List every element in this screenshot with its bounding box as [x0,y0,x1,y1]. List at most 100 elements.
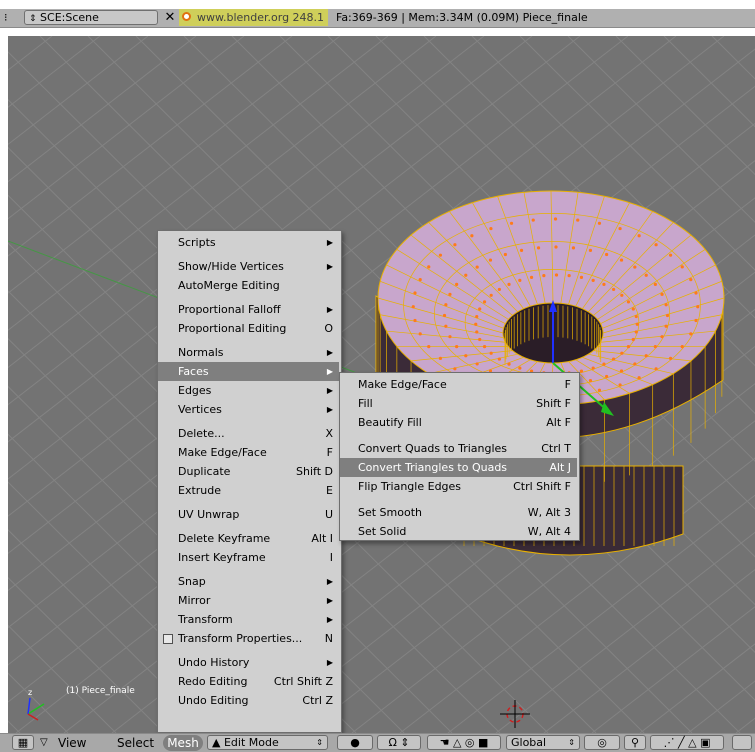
menu-item-label: Transform Properties... [178,629,302,648]
scene-selector[interactable]: ⇕ SCE:Scene [24,10,158,25]
updown-icon: ⇕ [29,14,37,24]
mesh-menu-item-edges[interactable]: Edges ▶ [158,381,339,400]
delete-scene-button[interactable]: ✕ [162,10,178,25]
menu-item-label: Make Edge/Face [358,375,447,394]
collapse-menu-icon[interactable]: ▽ [40,735,48,751]
menu-item-shortcut: Shift D [296,462,333,481]
3d-cursor-icon[interactable] [500,700,530,728]
mesh-menu-item-transform[interactable]: Transform ▶ [158,610,339,629]
menu-item-shortcut: X [325,424,333,443]
checkbox-icon[interactable] [163,634,173,644]
orientation-selector[interactable]: Global ⇕ [506,735,580,750]
proportional-selector[interactable]: ◎ [584,735,620,750]
mesh-menu-item-transform-properties[interactable]: Transform Properties...N [158,629,339,648]
menu-item-label: Scripts [178,233,216,252]
faces-menu-item-set-smooth[interactable]: Set SmoothW, Alt 3 [340,503,577,522]
mesh-menu-item-duplicate[interactable]: DuplicateShift D [158,462,339,481]
faces-menu-item-beautify-fill[interactable]: Beautify FillAlt F [340,413,577,432]
menu-item-label: Insert Keyframe [178,548,266,567]
mesh-menu-item-faces[interactable]: Faces ▶ [158,362,339,381]
submenu-arrow-icon: ▶ [327,257,333,276]
mesh-menu-item-delete-keyframe[interactable]: Delete KeyframeAlt I [158,529,339,548]
select-mode-icon: ⋰ ╱ △ ▣ [664,736,711,749]
menu-item-shortcut: Alt J [549,458,571,477]
menu-item-label: Beautify Fill [358,413,422,432]
menu-item-label: Snap [178,572,206,591]
mesh-menu-item-proportional-editing[interactable]: Proportional EditingO [158,319,339,338]
mesh-menu-item-mirror[interactable]: Mirror▶ [158,591,339,610]
mesh-menu-button[interactable]: Mesh [163,735,203,751]
mesh-menu-item-undo-history[interactable]: Undo History▶ [158,653,339,672]
menu-item-shortcut: Ctrl Z [302,691,333,710]
faces-menu-item-convert-triangles-to-quads[interactable]: Convert Triangles to QuadsAlt J [340,458,577,477]
menu-item-label: Edges [178,381,211,400]
blender-url: www.blender.org 248.1 [197,11,324,24]
submenu-arrow-icon: ▶ [327,343,333,362]
mesh-menu-item-vertices[interactable]: Vertices▶ [158,400,339,419]
proportional-icon: ◎ [597,736,607,749]
menu-item-shortcut: E [326,481,333,500]
menu-item-label: AutoMerge Editing [178,276,280,295]
occlude-button[interactable] [732,735,752,750]
blender-logo-icon [182,12,191,21]
menu-item-label: Redo Editing [178,672,247,691]
mesh-menu-item-automerge-editing[interactable]: AutoMerge Editing [158,276,339,295]
faces-menu-item-flip-triangle-edges[interactable]: Flip Triangle EdgesCtrl Shift F [340,477,577,496]
menu-item-label: Proportional Editing [178,319,286,338]
snap-button[interactable]: ⚲ [624,735,646,750]
mesh-menu-item-proportional-falloff[interactable]: Proportional Falloff▶ [158,300,339,319]
blender-url-badge[interactable]: www.blender.org 248.1 [179,9,328,26]
mesh-menu-item-redo-editing[interactable]: Redo EditingCtrl Shift Z [158,672,339,691]
menu-item-label: Extrude [178,481,221,500]
menu-item-shortcut: U [325,505,333,524]
mesh-menu-item-extrude[interactable]: Extrude E [158,481,339,500]
pivot-selector[interactable]: Ω ⇕ [377,735,421,750]
menu-toggle-icon[interactable]: ⁝ [4,10,8,25]
menu-item-label: Faces [178,362,209,381]
menu-item-label: UV Unwrap [178,505,239,524]
faces-menu-item-convert-quads-to-triangles[interactable]: Convert Quads to TrianglesCtrl T [340,439,577,458]
manipulator-buttons[interactable]: ☚ △ ◎ ■ [427,735,501,750]
mesh-menu: Scripts▶Show/Hide Vertices▶AutoMerge Edi… [157,230,342,733]
faces-menu-item-set-solid[interactable]: Set SolidW, Alt 4 [340,522,577,541]
submenu-arrow-icon: ▶ [327,653,333,672]
sphere-icon: ● [350,736,360,749]
mesh-menu-item-delete[interactable]: Delete... X [158,424,339,443]
draw-type-selector[interactable]: ● [337,735,373,750]
menu-item-shortcut: F [327,443,333,462]
faces-menu-item-fill[interactable]: FillShift F [340,394,577,413]
menu-item-label: Delete... [178,424,225,443]
edit-mode-icon: ▲ [212,736,220,749]
updown-icon: ⇕ [316,736,323,749]
select-mode-buttons[interactable]: ⋰ ╱ △ ▣ [650,735,724,750]
mesh-menu-item-snap[interactable]: Snap ▶ [158,572,339,591]
mode-label: Edit Mode [224,736,279,749]
view-menu[interactable]: View [58,735,86,751]
menu-item-label: Normals [178,343,224,362]
mesh-menu-item-make-edge-face[interactable]: Make Edge/FaceF [158,443,339,462]
mode-selector[interactable]: ▲ Edit Mode ⇕ [207,735,328,750]
mesh-menu-item-uv-unwrap[interactable]: UV Unwrap U [158,505,339,524]
faces-menu-item-make-edge-face[interactable]: Make Edge/FaceF [340,375,577,394]
scene-name: SCE:Scene [40,11,99,24]
info-header-bar: ⁝ ⇕ SCE:Scene ✕ www.blender.org 248.1 Fa… [0,9,755,28]
menu-item-shortcut: I [330,548,333,567]
mesh-menu-item-normals[interactable]: Normals ▶ [158,343,339,362]
menu-item-label: Transform [178,610,233,629]
3d-view-header: ▦ ▽ View Select Mesh ▲ Edit Mode ⇕ ● Ω ⇕… [0,733,755,752]
select-menu[interactable]: Select [117,735,154,751]
mesh-menu-item-insert-keyframe[interactable]: Insert Keyframe I [158,548,339,567]
submenu-arrow-icon: ▶ [327,381,333,400]
orientation-label: Global [511,736,546,749]
submenu-arrow-icon: ▶ [327,572,333,591]
svg-text:z: z [28,688,32,697]
top-header: ⁝ ⇕ SCE:Scene ✕ www.blender.org 248.1 Fa… [0,0,755,36]
submenu-arrow-icon: ▶ [327,591,333,610]
submenu-arrow-icon: ▶ [327,610,333,629]
grid-icon: ▦ [18,736,28,749]
mesh-menu-item-undo-editing[interactable]: Undo EditingCtrl Z [158,691,339,710]
submenu-arrow-icon: ▶ [327,362,333,381]
mesh-menu-item-scripts[interactable]: Scripts▶ [158,233,339,252]
editor-type-button[interactable]: ▦ [12,735,34,750]
mesh-menu-item-show-hide-vertices[interactable]: Show/Hide Vertices▶ [158,257,339,276]
